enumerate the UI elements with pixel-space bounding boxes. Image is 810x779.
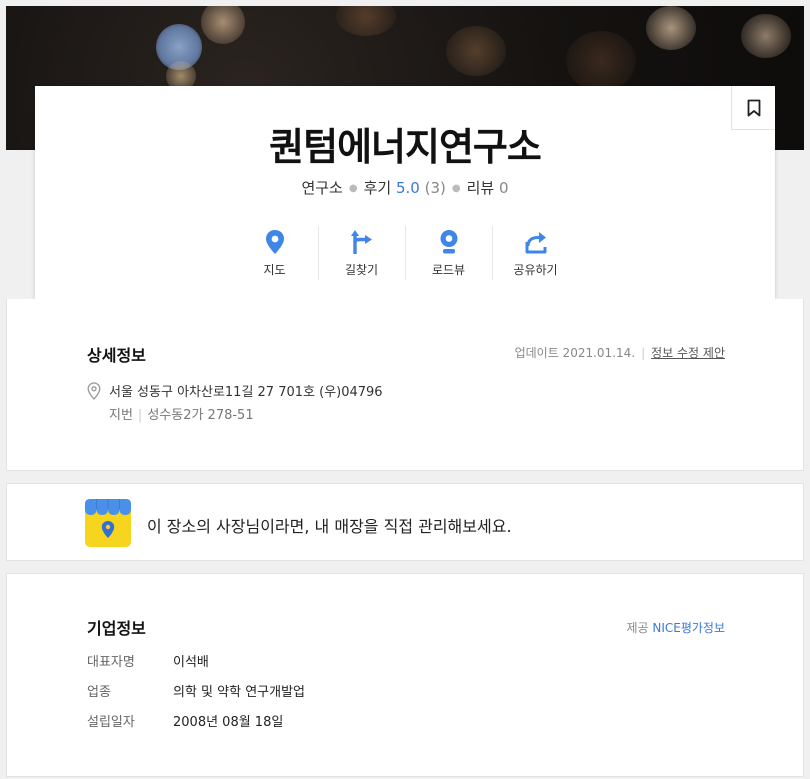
share-button-label: 공유하기 xyxy=(513,263,558,277)
place-category: 연구소 xyxy=(301,179,343,197)
separator-dot: ● xyxy=(451,183,461,194)
action-bar: 지도 길찾기 로드뷰 공유하기 xyxy=(35,226,775,280)
review-score[interactable]: 5.0 xyxy=(396,179,420,197)
blog-review-count[interactable]: 0 xyxy=(499,179,509,197)
detail-info-title: 상세정보 xyxy=(87,346,146,365)
bokeh-light xyxy=(336,6,396,36)
directions-button[interactable]: 길찾기 xyxy=(318,226,405,280)
location-pin-icon xyxy=(87,381,101,400)
jibun-address: 성수동2가 278-51 xyxy=(147,408,254,423)
share-icon xyxy=(525,232,546,254)
place-meta: 연구소 ● 후기 5.0 (3) ● 리뷰 0 xyxy=(35,177,775,198)
provider-prefix: 제공 xyxy=(626,621,649,635)
company-row-value: 2008년 08월 18일 xyxy=(173,715,284,730)
company-info-section: 기업정보 제공 NICE평가정보 대표자명 이석배 업종 의학 및 약학 연구개… xyxy=(6,573,804,777)
place-title: 퀀텀에너지연구소 xyxy=(269,125,542,169)
company-row-value: 의학 및 약학 연구개발업 xyxy=(173,685,305,700)
map-pin-icon xyxy=(265,230,284,254)
detail-update-info: 업데이트 2021.01.14. | 정보 수정 제안 xyxy=(515,344,725,361)
blog-review-label[interactable]: 리뷰 xyxy=(467,179,495,197)
provider-name[interactable]: NICE평가정보 xyxy=(652,621,725,635)
jibun-label: 지번 xyxy=(109,408,133,423)
directions-icon xyxy=(350,230,372,254)
bokeh-light xyxy=(646,6,696,50)
jibun-row: 지번 | 성수동2가 278-51 xyxy=(109,404,254,423)
owner-banner[interactable]: 이 장소의 사장님이라면, 내 매장을 직접 관리해보세요. xyxy=(6,483,804,561)
roadview-icon xyxy=(440,230,457,254)
owner-banner-text[interactable]: 이 장소의 사장님이라면, 내 매장을 직접 관리해보세요. xyxy=(147,513,512,537)
divider: | xyxy=(137,408,143,423)
bokeh-light xyxy=(446,26,506,76)
company-info-title: 기업정보 xyxy=(87,619,146,638)
data-provider: 제공 NICE평가정보 xyxy=(626,619,725,636)
bokeh-light xyxy=(566,31,636,91)
roadview-button-label: 로드뷰 xyxy=(431,263,466,277)
place-card: 퀀텀에너지연구소 연구소 ● 후기 5.0 (3) ● 리뷰 0 지도 길찾기 xyxy=(35,86,775,299)
company-row-ceo: 대표자명 이석배 xyxy=(87,651,209,670)
divider: | xyxy=(641,346,646,360)
company-row-founded: 설립일자 2008년 08월 18일 xyxy=(87,711,283,730)
map-button-label: 지도 xyxy=(263,263,286,277)
company-row-industry: 업종 의학 및 약학 연구개발업 xyxy=(87,681,305,700)
company-row-key: 대표자명 xyxy=(87,655,135,670)
directions-button-label: 길찾기 xyxy=(344,263,379,277)
separator-dot: ● xyxy=(348,183,358,194)
detail-info-section: 상세정보 업데이트 2021.01.14. | 정보 수정 제안 서울 성동구 아차… xyxy=(6,299,804,471)
company-row-key: 설립일자 xyxy=(87,715,135,730)
store-owner-icon xyxy=(85,499,131,551)
map-button[interactable]: 지도 xyxy=(231,226,318,280)
review-label[interactable]: 후기 xyxy=(364,179,392,197)
address-row: 서울 성동구 아차산로11길 27 701호 (우)04796 xyxy=(87,381,383,400)
bokeh-light xyxy=(741,14,791,58)
review-count[interactable]: (3) xyxy=(425,179,446,197)
company-row-value: 이석배 xyxy=(173,655,209,670)
bokeh-light xyxy=(201,6,245,44)
suggest-edit-link[interactable]: 정보 수정 제안 xyxy=(651,346,725,360)
road-address: 서울 성동구 아차산로11길 27 701호 (우)04796 xyxy=(109,385,383,400)
roadview-button[interactable]: 로드뷰 xyxy=(405,226,492,280)
company-row-key: 업종 xyxy=(87,685,111,700)
share-button[interactable]: 공유하기 xyxy=(492,226,579,280)
update-date: 업데이트 2021.01.14. xyxy=(514,346,636,360)
bookmark-icon xyxy=(747,99,760,116)
